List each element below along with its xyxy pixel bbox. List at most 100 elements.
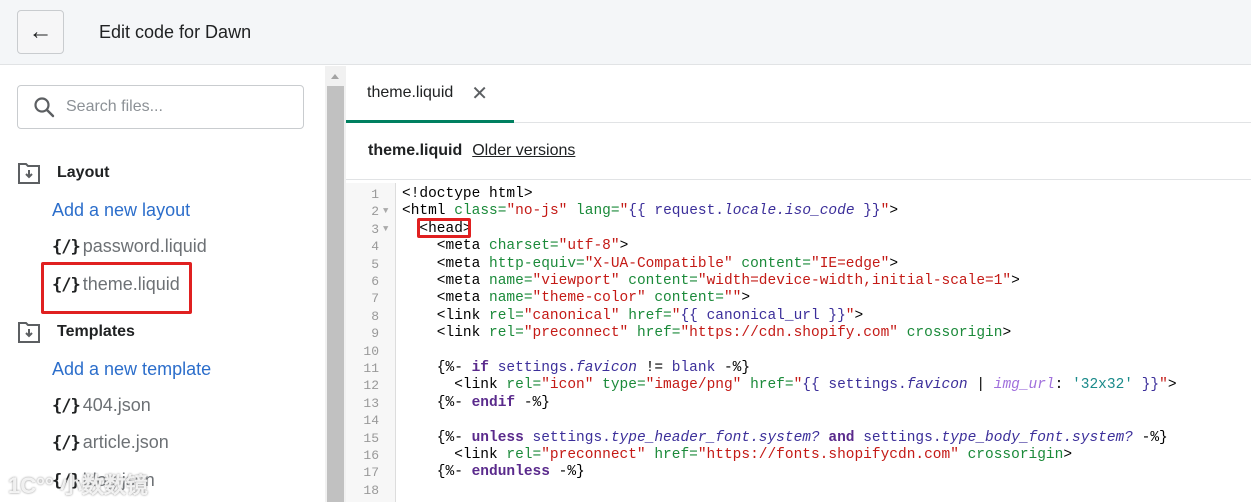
close-icon[interactable]: ✕ xyxy=(471,81,488,106)
code-token: <link xyxy=(454,377,507,394)
section-templates[interactable]: Templates xyxy=(17,320,135,344)
code-token: > xyxy=(1011,273,1020,289)
code-line[interactable]: 17 {%- endunless -%} xyxy=(346,464,1251,481)
sidebar-scrollbar[interactable] xyxy=(325,66,346,502)
tab-theme-liquid[interactable]: theme.liquid ✕ xyxy=(346,66,514,123)
line-number: 11 xyxy=(363,361,379,376)
code-file-icon: {/} xyxy=(52,236,81,257)
code-token: name= xyxy=(489,273,533,289)
code-token: name= xyxy=(489,290,533,307)
code-token: > xyxy=(1063,447,1073,463)
code-line[interactable]: 8 <link rel="canonical" href= "{{ canonica… xyxy=(346,308,1251,325)
code-token: lang= xyxy=(567,203,620,220)
file-article-json[interactable]: {/} article.json xyxy=(52,432,169,453)
code-line[interactable]: 9 <link rel="preconnect" href="https://cd… xyxy=(346,325,1251,342)
code-token: {{ canonical_url }} xyxy=(680,307,846,324)
code-text: {%- if settings.favicon != blank -%} xyxy=(437,360,750,377)
code-line[interactable]: 10 xyxy=(346,343,1251,360)
line-number: 5 xyxy=(371,256,379,272)
fold-arrow-icon[interactable]: ▼ xyxy=(383,221,388,238)
code-token: -%} xyxy=(515,394,550,411)
file-sidebar: Search files... Layout Add a new layout … xyxy=(0,66,325,502)
code-token: > xyxy=(741,290,751,307)
code-token: endif xyxy=(471,394,516,411)
add-layout-link[interactable]: Add a new layout xyxy=(52,200,190,221)
file-password-liquid[interactable]: {/} password.liquid xyxy=(52,236,207,257)
section-layout[interactable]: Layout xyxy=(17,161,109,185)
code-line[interactable]: 4 <meta charset="utf-8"> xyxy=(346,238,1251,255)
code-token: > xyxy=(889,255,899,272)
line-number: 6 xyxy=(371,274,379,289)
code-text: <link rel="preconnect" href="https://fon… xyxy=(454,447,1072,464)
code-line[interactable]: 11 {%- if settings.favicon != blank -%} xyxy=(346,360,1251,377)
code-token: favicon xyxy=(576,360,637,376)
code-token: "viewport" xyxy=(532,273,620,289)
code-token: href= xyxy=(645,447,698,463)
code-token: : xyxy=(1054,377,1073,394)
back-button[interactable]: ← xyxy=(17,10,64,54)
code-line[interactable]: 5 <meta http-equiv="X-UA-Compatible" cont… xyxy=(346,256,1251,273)
code-line[interactable]: 7 <meta name="theme-color" content=""> xyxy=(346,290,1251,307)
code-token: -%} xyxy=(1132,429,1168,446)
file-label: password.liquid xyxy=(82,236,207,256)
code-line[interactable]: 6 <meta name="viewport" content="width=de… xyxy=(346,273,1251,290)
code-token: {%- xyxy=(436,360,472,376)
code-line[interactable]: 3 ▼ <head> xyxy=(346,221,1251,238)
code-text: <meta http-equiv="X-UA-Compatible" conte… xyxy=(437,256,898,273)
scrollbar-thumb[interactable] xyxy=(327,86,344,502)
code-text: <meta name="viewport" content="width=dev… xyxy=(437,273,1020,290)
code-token: <meta xyxy=(436,290,490,307)
code-text: <!doctype html> xyxy=(402,186,533,203)
editor-tabs: theme.liquid ✕ xyxy=(346,66,1251,123)
code-text: <meta name="theme-color" content=""> xyxy=(437,290,750,307)
code-token: type_header_font.system? xyxy=(610,429,820,446)
code-token: "https://cdn.shopify.com" xyxy=(680,325,899,342)
code-token: "icon" xyxy=(541,377,594,394)
code-token: "preconnect" xyxy=(541,447,646,463)
code-token: rel= xyxy=(506,377,542,394)
file-header: theme.liquid Older versions xyxy=(346,123,1251,180)
code-token: "https://fonts.shopifycdn.com" xyxy=(697,447,959,463)
code-token: "canonical" xyxy=(523,307,620,324)
code-editor[interactable]: 1 <!doctype html> 2 ▼ <html class="no-js" la… xyxy=(346,183,1251,502)
code-line[interactable]: 13 {%- endif -%} xyxy=(346,395,1251,412)
code-token: '32x32' xyxy=(1072,377,1133,394)
code-token: <link xyxy=(436,307,490,324)
line-number: 8 xyxy=(371,308,379,324)
file-404-json[interactable]: {/} 404.json xyxy=(52,395,151,416)
code-token: "preconnect" xyxy=(523,325,629,342)
code-token: " xyxy=(619,203,629,220)
code-token: content= xyxy=(645,290,724,307)
search-input[interactable]: Search files... xyxy=(17,85,304,129)
code-line[interactable]: 18 xyxy=(346,482,1251,499)
code-text: {%- endunless -%} xyxy=(437,464,585,481)
scroll-up-arrow-icon[interactable] xyxy=(331,74,339,79)
code-line[interactable]: 1 <!doctype html> xyxy=(346,186,1251,203)
line-number: 9 xyxy=(371,326,379,342)
code-line[interactable]: 2 ▼ <html class="no-js" lang="{{ request.l… xyxy=(346,203,1251,220)
code-line[interactable]: 14 xyxy=(346,412,1251,429)
folder-download-icon xyxy=(18,322,40,343)
code-token: if xyxy=(471,360,490,376)
line-number: 14 xyxy=(363,413,379,429)
watermark: 1C°° 小数数镜 xyxy=(8,473,148,498)
code-token: | xyxy=(967,377,994,394)
fold-arrow-icon[interactable]: ▼ xyxy=(383,203,388,220)
add-template-link[interactable]: Add a new template xyxy=(52,359,211,380)
code-file-icon: {/} xyxy=(52,395,81,416)
code-token: crossorigin xyxy=(898,325,1003,342)
section-title: Layout xyxy=(57,164,110,181)
code-token: "theme-color" xyxy=(532,290,646,307)
code-text: <link rel="canonical" href= "{{ canonical… xyxy=(437,308,863,325)
older-versions-link[interactable]: Older versions xyxy=(472,142,575,160)
code-token: <meta xyxy=(436,273,490,289)
code-line[interactable]: 15 {%- unless settings.type_header_font.s… xyxy=(346,430,1251,447)
code-token: href= xyxy=(628,325,681,342)
code-token: rel= xyxy=(489,307,524,324)
code-line[interactable]: 12 <link rel="icon" type="image/png" href… xyxy=(346,377,1251,394)
code-token: "utf-8" xyxy=(558,238,620,255)
code-token: != xyxy=(636,360,672,376)
line-number: 18 xyxy=(363,482,379,498)
search-icon xyxy=(34,97,55,118)
code-line[interactable]: 16 <link rel="preconnect" href="https://f… xyxy=(346,447,1251,464)
